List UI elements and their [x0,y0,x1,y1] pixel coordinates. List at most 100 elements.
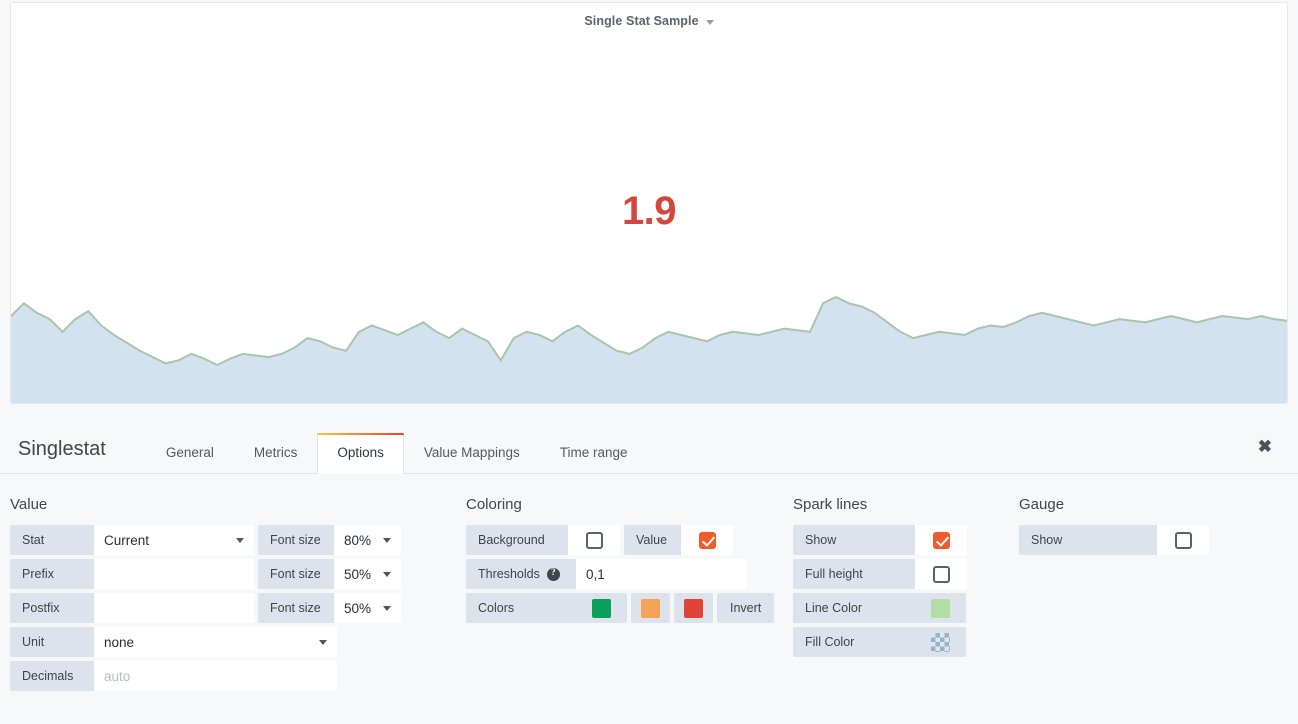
background-label: Background [466,525,568,555]
postfix-font-size-select[interactable]: 50% [334,593,401,623]
close-icon[interactable]: ✖ [1258,438,1272,455]
sparkline-show-row: Show [793,525,967,555]
singlestat-panel: Single Stat Sample 1.9 [10,2,1288,404]
thresholds-input-value: 0,1 [586,567,605,582]
sparkline-chart [11,293,1287,403]
sparkline-line-color-label: Line Color [793,593,915,623]
sparkline-show-label: Show [793,525,915,555]
stat-font-size-select[interactable]: 80% [334,525,401,555]
color-swatch-green-chip [592,599,611,618]
tab-time-range[interactable]: Time range [540,433,648,474]
sparkline-fill-color-swatch[interactable] [915,627,966,657]
checkbox-unchecked-icon [1175,532,1192,549]
gauge-section: Gauge Show [1019,496,1209,559]
postfix-label: Postfix [10,593,94,623]
value-coloring-label: Value [624,525,681,555]
line-color-chip [931,599,950,618]
gauge-section-title: Gauge [1019,496,1209,513]
unit-select[interactable]: none [94,627,337,657]
unit-label: Unit [10,627,94,657]
decimals-label: Decimals [10,661,94,691]
color-swatch-red[interactable] [674,593,713,623]
sparkline-show-checkbox[interactable] [915,525,967,555]
coloring-section: Coloring Background Value [466,496,774,627]
sparkline-line-color-row: Line Color [793,593,967,623]
colors-label: Colors [466,593,576,623]
sparkline-line-color-swatch[interactable] [915,593,966,623]
thresholds-row: Thresholds ? 0,1 [466,559,774,589]
postfix-row: Postfix Font size 50% [10,593,401,623]
prefix-font-size-select[interactable]: 50% [334,559,401,589]
value-section: Value Stat Current Font size 80% [10,496,401,695]
chevron-down-icon [383,538,391,543]
chevron-down-icon [236,538,244,543]
chevron-down-icon [319,640,327,645]
postfix-font-size-label: Font size [258,593,334,623]
help-circle-icon[interactable]: ? [547,568,560,581]
thresholds-label: Thresholds [478,567,540,581]
sparkline-full-height-row: Full height [793,559,967,589]
color-swatch-green[interactable] [576,593,627,623]
decimals-row: Decimals auto [10,661,401,691]
stat-value: 1.9 [11,189,1287,234]
chevron-down-icon [383,606,391,611]
stat-row: Stat Current Font size 80% [10,525,401,555]
stat-font-size-value: 80% [344,533,371,548]
gauge-show-row: Show [1019,525,1209,555]
editor-body: Value Stat Current Font size 80% [0,474,1298,496]
background-row: Background Value [466,525,774,555]
stat-display-area: 1.9 [11,39,1287,403]
panel-title: Single Stat Sample [584,14,698,28]
sparkline-fill-color-row: Fill Color [793,627,967,657]
gauge-show-checkbox[interactable] [1157,525,1209,555]
tab-value-mappings[interactable]: Value Mappings [404,433,540,474]
prefix-font-size-label: Font size [258,559,334,589]
color-swatch-orange[interactable] [631,593,670,623]
invert-button[interactable]: Invert [717,593,774,623]
sparkline-full-height-label: Full height [793,559,915,589]
background-checkbox[interactable] [568,525,620,555]
prefix-label: Prefix [10,559,94,589]
fill-color-transparent-chip [931,633,950,652]
postfix-font-size-value: 50% [344,601,371,616]
panel-editor: Singlestat General Metrics Options Value… [0,422,1298,724]
stat-select[interactable]: Current [94,525,254,555]
checkbox-unchecked-icon [933,566,950,583]
sparkline-full-height-checkbox[interactable] [915,559,967,589]
checkbox-checked-icon [933,532,950,549]
colors-row: Colors Invert [466,593,774,623]
thresholds-input[interactable]: 0,1 [576,559,746,589]
color-swatch-red-chip [684,599,703,618]
sparkline-fill [11,297,1287,403]
postfix-input[interactable] [94,593,254,623]
tab-general[interactable]: General [146,433,234,474]
stat-select-value: Current [104,533,149,548]
stat-font-size-label: Font size [258,525,334,555]
coloring-section-title: Coloring [466,496,774,513]
tab-metrics[interactable]: Metrics [234,433,318,474]
prefix-input[interactable] [94,559,254,589]
checkbox-checked-icon [699,532,716,549]
tab-options[interactable]: Options [317,433,404,474]
chevron-down-icon [383,572,391,577]
prefix-font-size-value: 50% [344,567,371,582]
sparklines-section: Spark lines Show Full height [793,496,967,661]
sparkline-svg [11,293,1287,403]
value-coloring-checkbox[interactable] [681,525,733,555]
chevron-down-icon[interactable] [706,20,714,25]
thresholds-label-cell: Thresholds ? [466,559,576,589]
sparklines-section-title: Spark lines [793,496,967,513]
unit-select-value: none [104,635,134,650]
prefix-row: Prefix Font size 50% [10,559,401,589]
unit-row: Unit none [10,627,401,657]
editor-tabbar: Singlestat General Metrics Options Value… [0,422,1298,474]
editor-title: Singlestat [18,438,106,473]
value-section-title: Value [10,496,401,513]
color-swatch-orange-chip [641,599,660,618]
panel-header[interactable]: Single Stat Sample [11,3,1287,39]
checkbox-unchecked-icon [586,532,603,549]
decimals-input[interactable]: auto [94,661,337,691]
gauge-show-label: Show [1019,525,1157,555]
decimals-input-placeholder: auto [104,669,130,684]
sparkline-fill-color-label: Fill Color [793,627,915,657]
